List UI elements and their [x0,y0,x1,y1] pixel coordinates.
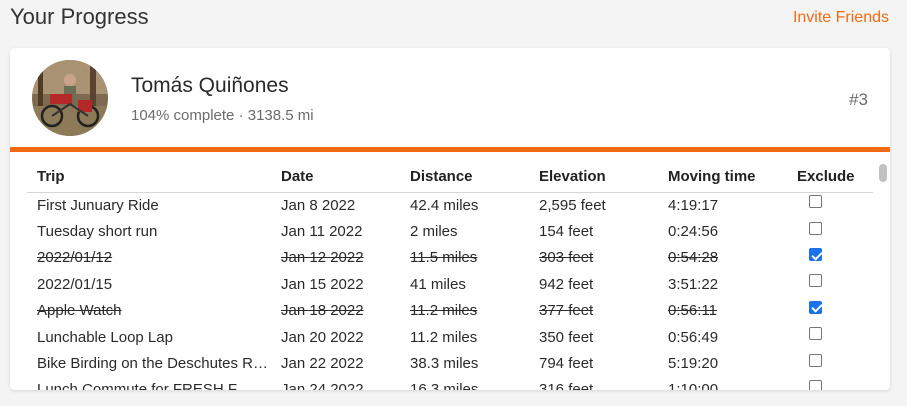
avatar-photo [32,60,108,136]
trips-table: Trip Date Distance Elevation Moving time Excl… [27,162,873,390]
cell-date: Jan 18 2022 [281,302,364,320]
cell-exclude [787,324,873,350]
cell-moving-time: 5:19:20 [668,355,719,373]
cell-date: Jan 24 2022 [281,381,364,390]
cell-date: Jan 12 2022 [281,249,364,267]
cell-distance: 16.3 miles [410,381,479,390]
cell-elevation: 316 feet [539,381,594,390]
cell-moving-time: 1:10:00 [668,381,719,390]
progress-bar [10,147,890,152]
cell-distance: 2 miles [410,223,458,241]
cell-trip[interactable]: Bike Birding on the Deschutes River [27,350,271,376]
athlete-name: Tomás Quiñones [131,74,289,97]
cell-moving-time: 0:56:49 [668,328,719,346]
exclude-checkbox[interactable] [809,274,822,288]
exclude-checkbox[interactable] [809,327,822,341]
cell-trip[interactable]: Lunchable Loop Lap [27,324,271,350]
cell-elevation: 303 feet [539,249,594,267]
scrollbar-thumb[interactable] [879,164,887,182]
athlete-profile: Tomás Quiñones 104% complete · 3138.5 mi… [10,48,890,147]
athlete-progress-text: 104% complete · 3138.5 mi [131,107,314,124]
cell-distance: 11.5 miles [410,249,478,267]
cell-elevation: 154 feet [539,223,594,241]
cell-moving-time: 0:54:28 [668,249,719,267]
table-row: 2022/01/15 Jan 15 2022 41 miles 942 feet 3:5… [27,271,873,297]
column-header-trip: Trip [27,162,271,193]
column-header-date: Date [271,162,400,193]
table-row: First Junuary Ride Jan 8 2022 42.4 miles 2,… [27,192,873,218]
table-row: Apple Watch Jan 18 2022 11.2 miles 377 feet… [27,298,873,324]
cell-exclude [787,377,873,390]
table-row: Tuesday short run Jan 11 2022 2 miles 154 f… [27,218,873,244]
cell-distance: 38.3 miles [410,355,479,373]
exclude-checkbox[interactable] [809,221,822,235]
exclude-checkbox[interactable] [809,195,822,209]
cell-moving-time: 0:24:56 [668,223,719,241]
cell-date: Jan 15 2022 [281,275,364,293]
cell-moving-time: 4:19:17 [668,196,719,214]
cell-distance: 41 miles [410,275,466,293]
column-header-moving-time: Moving time [658,162,787,193]
cell-elevation: 942 feet [539,275,594,293]
table-row: 2022/01/12 Jan 12 2022 11.5 miles 303 feet 0… [27,245,873,271]
cell-moving-time: 0:56:11 [668,302,717,320]
cell-trip[interactable]: First Junuary Ride [27,192,271,218]
cell-elevation: 2,595 feet [539,196,606,214]
cell-exclude [787,218,873,244]
invite-friends-link[interactable]: Invite Friends [793,9,889,27]
page-title: Your Progress [10,4,149,29]
table-row: Bike Birding on the Deschutes River Jan 2… [27,350,873,376]
progress-card: Tomás Quiñones 104% complete · 3138.5 mi… [10,48,890,390]
cell-date: Jan 8 2022 [281,196,356,214]
exclude-checkbox[interactable] [809,379,822,390]
exclude-checkbox[interactable] [809,248,822,261]
cell-moving-time: 3:51:22 [668,275,719,293]
table-row: Lunch Commute for FRESH F Jan 24 2022 16.3… [27,377,873,390]
cell-exclude [787,192,873,218]
trips-table-container[interactable]: Trip Date Distance Elevation Moving time Excl… [27,162,873,390]
cell-elevation: 350 feet [539,328,594,346]
cell-date: Jan 20 2022 [281,328,364,346]
cell-exclude [787,245,873,271]
cell-date: Jan 22 2022 [281,355,364,373]
rank-badge: #3 [849,90,868,109]
cell-trip[interactable]: 2022/01/15 [27,271,271,297]
avatar [32,60,108,136]
cell-distance: 11.2 miles [410,328,478,346]
column-header-exclude: Exclude [787,162,873,193]
cell-distance: 11.2 miles [410,302,478,320]
cell-trip[interactable]: Tuesday short run [27,218,271,244]
column-header-elevation: Elevation [529,162,658,193]
cell-exclude [787,298,873,324]
cell-trip[interactable]: 2022/01/12 [27,245,271,271]
exclude-checkbox[interactable] [809,353,822,367]
cell-exclude [787,350,873,376]
cell-distance: 42.4 miles [410,196,479,214]
table-row: Lunchable Loop Lap Jan 20 2022 11.2 miles 3… [27,324,873,350]
exclude-checkbox[interactable] [809,300,822,314]
scrollbar[interactable] [878,162,888,390]
cell-date: Jan 11 2022 [281,223,363,241]
cell-elevation: 377 feet [539,302,594,320]
column-header-distance: Distance [400,162,529,193]
cell-trip[interactable]: Apple Watch [27,298,271,324]
cell-trip[interactable]: Lunch Commute for FRESH F [27,377,271,390]
cell-exclude [787,271,873,297]
table-header-row: Trip Date Distance Elevation Moving time Excl… [27,162,873,193]
cell-elevation: 794 feet [539,355,594,373]
